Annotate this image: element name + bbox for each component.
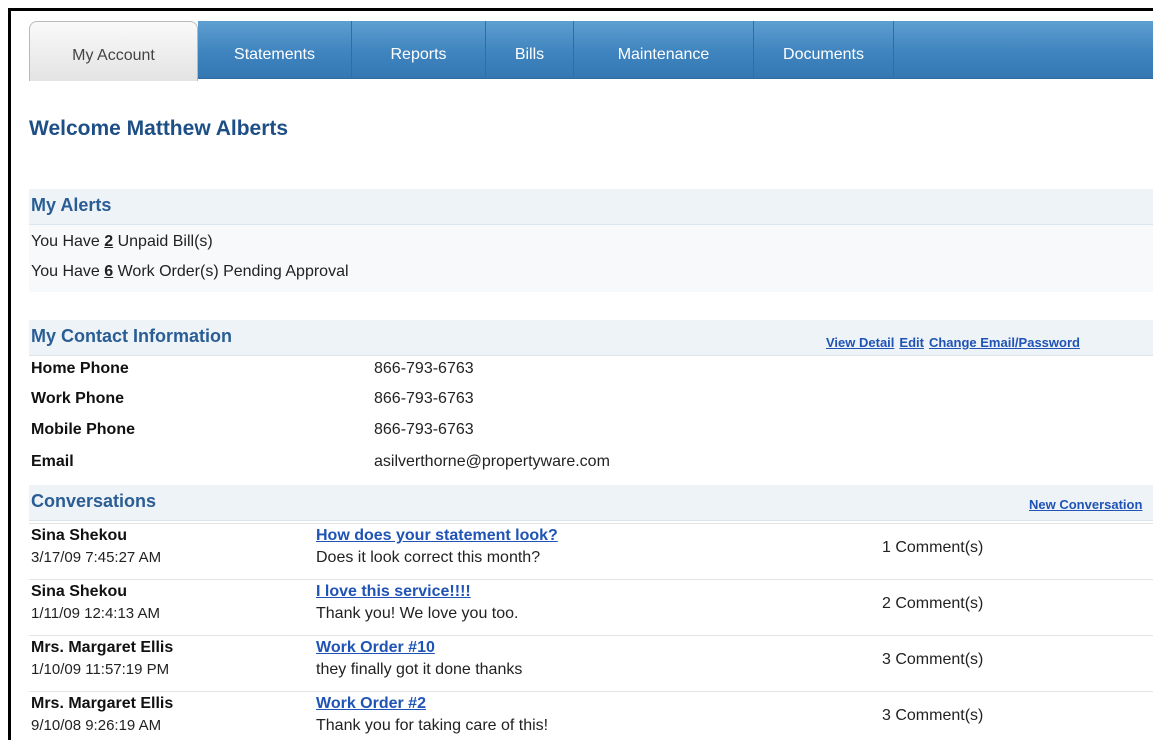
tab-bills[interactable]: Bills xyxy=(486,21,574,79)
conversation-links: New Conversation xyxy=(1029,497,1147,512)
contact-value: 866-793-6763 xyxy=(374,421,474,438)
conversation-subject-link[interactable]: Work Order #10 xyxy=(316,639,435,657)
tab-statements[interactable]: Statements xyxy=(198,21,352,79)
new-conversation-link[interactable]: New Conversation xyxy=(1029,497,1142,512)
alert-work-orders: You Have 6 Work Order(s) Pending Approva… xyxy=(31,263,349,281)
tab-maintenance[interactable]: Maintenance xyxy=(574,21,754,79)
view-detail-link[interactable]: View Detail xyxy=(826,335,894,350)
tab-reports[interactable]: Reports xyxy=(352,21,486,79)
tab-bar: My Account Statements Reports Bills Main… xyxy=(11,11,1153,81)
contact-label: Home Phone xyxy=(31,360,129,377)
conversation-subject-link[interactable]: Work Order #2 xyxy=(316,695,426,713)
alerts-header: My Alerts xyxy=(29,189,1153,225)
tab-documents[interactable]: Documents xyxy=(754,21,894,79)
edit-link[interactable]: Edit xyxy=(899,335,924,350)
conversation-preview: Does it look correct this month? xyxy=(316,549,541,566)
contact-title: My Contact Information xyxy=(31,326,232,346)
alerts-title: My Alerts xyxy=(31,195,112,215)
conversation-subject-link[interactable]: I love this service!!!! xyxy=(316,583,471,601)
conversation-preview: they finally got it done thanks xyxy=(316,661,523,678)
conversations-header: Conversations New Conversation xyxy=(29,485,1153,521)
app-frame: My Account Statements Reports Bills Main… xyxy=(8,8,1153,740)
conversation-row: Mrs. Margaret Ellis 1/10/09 11:57:19 PM … xyxy=(29,635,1153,691)
comment-count: 2 Comment(s) xyxy=(882,595,984,612)
comment-count: 3 Comment(s) xyxy=(882,707,984,724)
alert-unpaid-bills: You Have 2 Unpaid Bill(s) xyxy=(31,233,213,251)
contact-label: Work Phone xyxy=(31,390,125,407)
welcome-heading: Welcome Matthew Alberts xyxy=(29,117,289,140)
conversation-author: Sina Shekou xyxy=(31,583,128,600)
conversation-date: 3/17/09 7:45:27 AM xyxy=(31,549,162,566)
conversation-author: Mrs. Margaret Ellis xyxy=(31,695,174,712)
conversation-author: Sina Shekou xyxy=(31,527,128,544)
alerts-panel: You Have 2 Unpaid Bill(s) You Have 6 Wor… xyxy=(29,225,1153,292)
contact-value: 866-793-6763 xyxy=(374,360,474,377)
change-email-password-link[interactable]: Change Email/Password xyxy=(929,335,1080,350)
conversations-title: Conversations xyxy=(31,491,157,511)
alert-suffix: Work Order(s) Pending Approval xyxy=(113,263,349,280)
alert-prefix: You Have xyxy=(31,263,105,280)
conversation-preview: Thank you! We love you too. xyxy=(316,605,519,622)
conversation-row: Mrs. Margaret Ellis 9/10/08 9:26:19 AM W… xyxy=(29,691,1153,740)
conversation-subject-link[interactable]: How does your statement look? xyxy=(316,527,558,545)
work-orders-count-link[interactable]: 6 xyxy=(104,263,113,280)
conversation-date: 1/11/09 12:4:13 AM xyxy=(31,605,160,622)
alert-suffix: Unpaid Bill(s) xyxy=(113,233,213,250)
unpaid-bills-count-link[interactable]: 2 xyxy=(104,233,113,250)
contact-label: Email xyxy=(31,453,74,470)
conversation-date: 9/10/08 9:26:19 AM xyxy=(31,717,162,734)
conversation-row: Sina Shekou 1/11/09 12:4:13 AM I love th… xyxy=(29,579,1153,635)
contact-header: My Contact Information View Detail Edit Ch… xyxy=(29,320,1153,356)
comment-count: 3 Comment(s) xyxy=(882,651,984,668)
conversation-author: Mrs. Margaret Ellis xyxy=(31,639,174,656)
alert-prefix: You Have xyxy=(31,233,105,250)
contact-label: Mobile Phone xyxy=(31,421,135,438)
conversation-preview: Thank you for taking care of this! xyxy=(316,717,549,734)
contact-value: 866-793-6763 xyxy=(374,390,474,407)
contact-value: asilverthorne@propertyware.com xyxy=(374,453,610,470)
tab-my-account[interactable]: My Account xyxy=(29,21,198,81)
conversation-row: Sina Shekou 3/17/09 7:45:27 AM How does … xyxy=(29,523,1153,579)
contact-links: View Detail Edit Change Email/Password xyxy=(826,335,1085,350)
conversation-date: 1/10/09 11:57:19 PM xyxy=(31,661,170,678)
comment-count: 1 Comment(s) xyxy=(882,539,984,556)
